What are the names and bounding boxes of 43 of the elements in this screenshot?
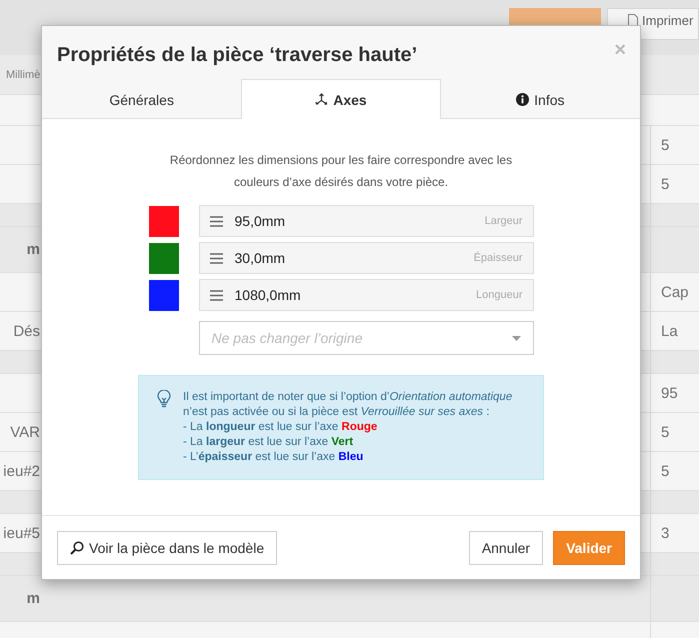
cancel-button[interactable]: Annuler xyxy=(468,531,544,565)
info-icon xyxy=(516,93,530,106)
table-cell: La xyxy=(650,312,699,350)
table-cell: 5 xyxy=(650,452,699,490)
table-cell: 5 xyxy=(650,165,699,203)
axes-icon xyxy=(315,93,328,106)
view-in-model-button[interactable]: Voir la pièce dans le modèle xyxy=(57,531,278,565)
table-cell: Cap xyxy=(650,273,699,311)
dimension-label: Longueur xyxy=(476,289,522,301)
caret-icon xyxy=(512,336,520,340)
dimension-label: Largeur xyxy=(484,215,522,227)
dimension-value: 30,0mm xyxy=(234,250,286,266)
note-list-item: - La longueur est lue sur l’axe Rouge xyxy=(183,420,378,435)
note-list-item: - La largeur est lue sur l’axe Vert xyxy=(183,435,354,450)
note-text: Il est important de noter que si l’option d’Orientation automatique n’est pas activée ou si la pièce est Verrouillée sur ses axes : xyxy=(183,390,514,420)
table-cell: 3 xyxy=(650,514,699,552)
unit-label: Millimè xyxy=(6,68,40,80)
table-cell: 5 xyxy=(650,126,699,164)
dimension-value: 95,0mm xyxy=(234,213,286,229)
table-cell: m xyxy=(26,590,40,607)
dimension-label: Épaisseur xyxy=(474,252,522,264)
table-cell: ieu#2 xyxy=(3,462,40,480)
tab[interactable]: Générales xyxy=(42,79,242,119)
table-cell: 5 xyxy=(650,413,699,451)
dialog-title: Propriétés de la pièce ‘traverse haute’ xyxy=(57,44,418,67)
search-icon xyxy=(70,541,84,555)
table-cell: VAR xyxy=(10,424,40,440)
tab[interactable]: Axes xyxy=(241,79,441,119)
tab[interactable]: Infos xyxy=(440,79,640,119)
instructions-text: Réordonnez les dimensions pour les faire correspondre avec les couleurs d’axe désirés dans votre pièce. xyxy=(168,152,514,191)
table-cell: ieu#5 xyxy=(3,524,40,542)
drag-handle-icon[interactable] xyxy=(210,252,222,264)
lightbulb-icon xyxy=(157,390,171,408)
table-cell: 95 xyxy=(650,374,699,412)
dimension-field[interactable]: 1080,0mm Longueur xyxy=(198,279,534,311)
drag-handle-icon[interactable] xyxy=(210,216,222,226)
dimension-field[interactable]: 30,0mm Épaisseur xyxy=(198,242,534,274)
note-list-item: - L’épaisseur est lue sur l’axe Bleu xyxy=(183,450,364,465)
drag-handle-icon[interactable] xyxy=(210,290,222,300)
dimension-value: 1080,0mm xyxy=(234,287,302,303)
table-cell: m xyxy=(26,241,40,258)
dimension-field[interactable]: 95,0mm Largeur xyxy=(198,205,534,237)
table-cell: Dés xyxy=(13,322,40,340)
